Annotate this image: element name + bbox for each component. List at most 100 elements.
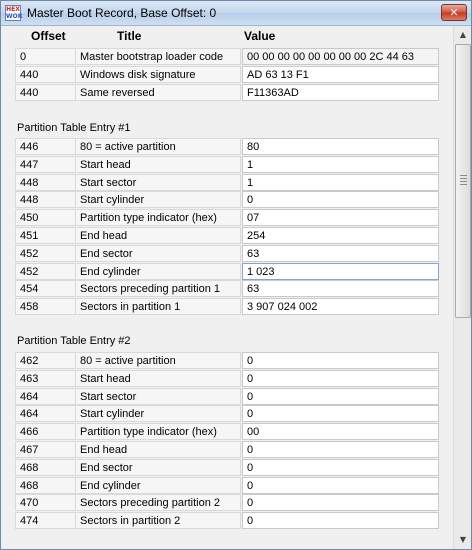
title-cell: End sector — [75, 244, 241, 262]
arrow-down-icon: ▼ — [459, 535, 467, 544]
title-cell: Sectors preceding partition 1 — [75, 280, 241, 298]
offset-cell: 462 — [15, 352, 75, 369]
value-field[interactable]: 00 00 00 00 00 00 00 00 2C 44 63 — [242, 48, 439, 65]
value-field[interactable]: 80 — [242, 138, 439, 155]
title-column-header: Title — [117, 29, 142, 43]
field-row: 440 Same reversed F11363AD — [15, 83, 439, 101]
vertical-scrollbar[interactable]: ▲ ▼ — [453, 26, 471, 549]
title-cell: End sector — [75, 458, 241, 476]
title-cell: End head — [75, 441, 241, 458]
offset-cell: 452 — [15, 262, 75, 280]
value-field[interactable]: 1 — [242, 173, 439, 191]
title-cell: End cylinder — [75, 262, 241, 280]
offset-cell: 447 — [15, 155, 75, 173]
value-column-header: Value — [244, 29, 276, 43]
value-field[interactable]: 0 — [242, 512, 439, 530]
value-field[interactable]: 0 — [242, 458, 439, 476]
offset-cell: 448 — [15, 173, 75, 191]
offset-cell: 464 — [15, 405, 75, 423]
offset-cell: 446 — [15, 138, 75, 155]
value-field[interactable]: 0 — [242, 352, 439, 369]
title-cell: 80 = active partition — [75, 138, 241, 155]
field-row: 467 End head 0 — [15, 441, 439, 458]
value-field[interactable]: 07 — [242, 209, 439, 227]
icon-text-bottom: WOR — [6, 13, 23, 20]
field-row: 468 End sector 0 — [15, 458, 439, 476]
value-field[interactable]: 0 — [242, 387, 439, 405]
title-cell: Sectors in partition 2 — [75, 512, 241, 530]
title-cell: End head — [75, 227, 241, 244]
offset-cell: 448 — [15, 191, 75, 209]
field-row: 448 Start sector 1 — [15, 173, 439, 191]
offset-cell: 468 — [15, 458, 75, 476]
field-row: 474 Sectors in partition 20 — [15, 512, 439, 530]
value-field[interactable]: 3 907 024 002 — [242, 298, 439, 316]
field-row: 450 Partition type indicator (hex) 07 — [15, 209, 439, 227]
field-row: 466 Partition type indicator (hex) 00 — [15, 423, 439, 441]
value-field[interactable]: 63 — [242, 280, 439, 298]
title-cell: Master bootstrap loader code — [75, 48, 241, 65]
offset-column-header: Offset — [31, 29, 66, 43]
offset-cell: 474 — [15, 512, 75, 530]
offset-cell: 458 — [15, 298, 75, 316]
window-title: Master Boot Record, Base Offset: 0 — [27, 6, 217, 20]
value-field[interactable]: 254 — [242, 227, 439, 244]
field-row: 451 End head 254 — [15, 227, 439, 244]
value-field[interactable]: 0 — [242, 476, 439, 494]
title-cell: Windows disk signature — [75, 65, 241, 83]
close-icon: ✕ — [449, 6, 459, 19]
close-button[interactable]: ✕ — [441, 4, 467, 21]
value-field[interactable]: 1 023 — [242, 262, 439, 280]
title-cell: Start sector — [75, 173, 241, 191]
value-field[interactable]: 0 — [242, 441, 439, 458]
offset-cell: 470 — [15, 494, 75, 512]
field-row: 464 Start cylinder 0 — [15, 405, 439, 423]
icon-text-top: HEX — [6, 6, 20, 13]
value-field[interactable]: 63 — [242, 244, 439, 262]
field-row: 468 End cylinder 0 — [15, 476, 439, 494]
field-row: 446 80 = active partition 80 — [15, 138, 439, 155]
title-cell: 80 = active partition — [75, 352, 241, 369]
offset-cell: 450 — [15, 209, 75, 227]
field-row: 0 Master bootstrap loader code 00 00 00 00… — [15, 48, 439, 65]
value-field[interactable]: 00 — [242, 423, 439, 441]
offset-cell: 467 — [15, 441, 75, 458]
template-content: Offset Title Value 0 Master bootstrap loa… — [1, 26, 453, 549]
value-field[interactable]: 0 — [242, 405, 439, 423]
offset-cell: 452 — [15, 244, 75, 262]
offset-cell: 454 — [15, 280, 75, 298]
partition-2-label: Partition Table Entry #2 — [17, 335, 131, 347]
value-field[interactable]: F11363AD — [242, 83, 439, 101]
value-field[interactable]: 0 — [242, 191, 439, 209]
scroll-up-button[interactable]: ▲ — [455, 27, 471, 43]
hex-app-icon: HEX WOR — [5, 5, 23, 21]
field-row: 452 End sector 63 — [15, 244, 439, 262]
value-field[interactable]: AD 63 13 F1 — [242, 65, 439, 83]
partition-1-label: Partition Table Entry #1 — [17, 122, 131, 134]
scroll-down-button[interactable]: ▼ — [455, 532, 471, 548]
offset-cell: 440 — [15, 83, 75, 101]
offset-cell: 440 — [15, 65, 75, 83]
field-row: 463 Start head 0 — [15, 369, 439, 387]
scroll-thumb[interactable] — [455, 44, 471, 318]
template-window: HEX WOR Master Boot Record, Base Offset:… — [0, 0, 472, 550]
field-row: 448 Start cylinder 0 — [15, 191, 439, 209]
field-row: 470 Sectors preceding partition 20 — [15, 494, 439, 512]
value-field[interactable]: 1 — [242, 155, 439, 173]
value-field[interactable]: 0 — [242, 369, 439, 387]
title-cell: Partition type indicator (hex) — [75, 423, 241, 441]
value-field[interactable]: 0 — [242, 494, 439, 512]
offset-cell: 468 — [15, 476, 75, 494]
field-row: 458 Sectors in partition 13 907 024 002 — [15, 298, 439, 316]
field-row: 440 Windows disk signature AD 63 13 F1 — [15, 65, 439, 83]
title-bar[interactable]: HEX WOR Master Boot Record, Base Offset:… — [1, 1, 471, 26]
offset-cell: 0 — [15, 48, 75, 65]
title-cell: Same reversed — [75, 83, 241, 101]
title-cell: Start sector — [75, 387, 241, 405]
field-row: 462 80 = active partition 0 — [15, 352, 439, 369]
field-row: 447 Start head 1 — [15, 155, 439, 173]
field-row: 454 Sectors preceding partition 1 63 — [15, 280, 439, 298]
title-cell: Start head — [75, 155, 241, 173]
offset-cell: 466 — [15, 423, 75, 441]
title-cell: Sectors in partition 1 — [75, 298, 241, 316]
